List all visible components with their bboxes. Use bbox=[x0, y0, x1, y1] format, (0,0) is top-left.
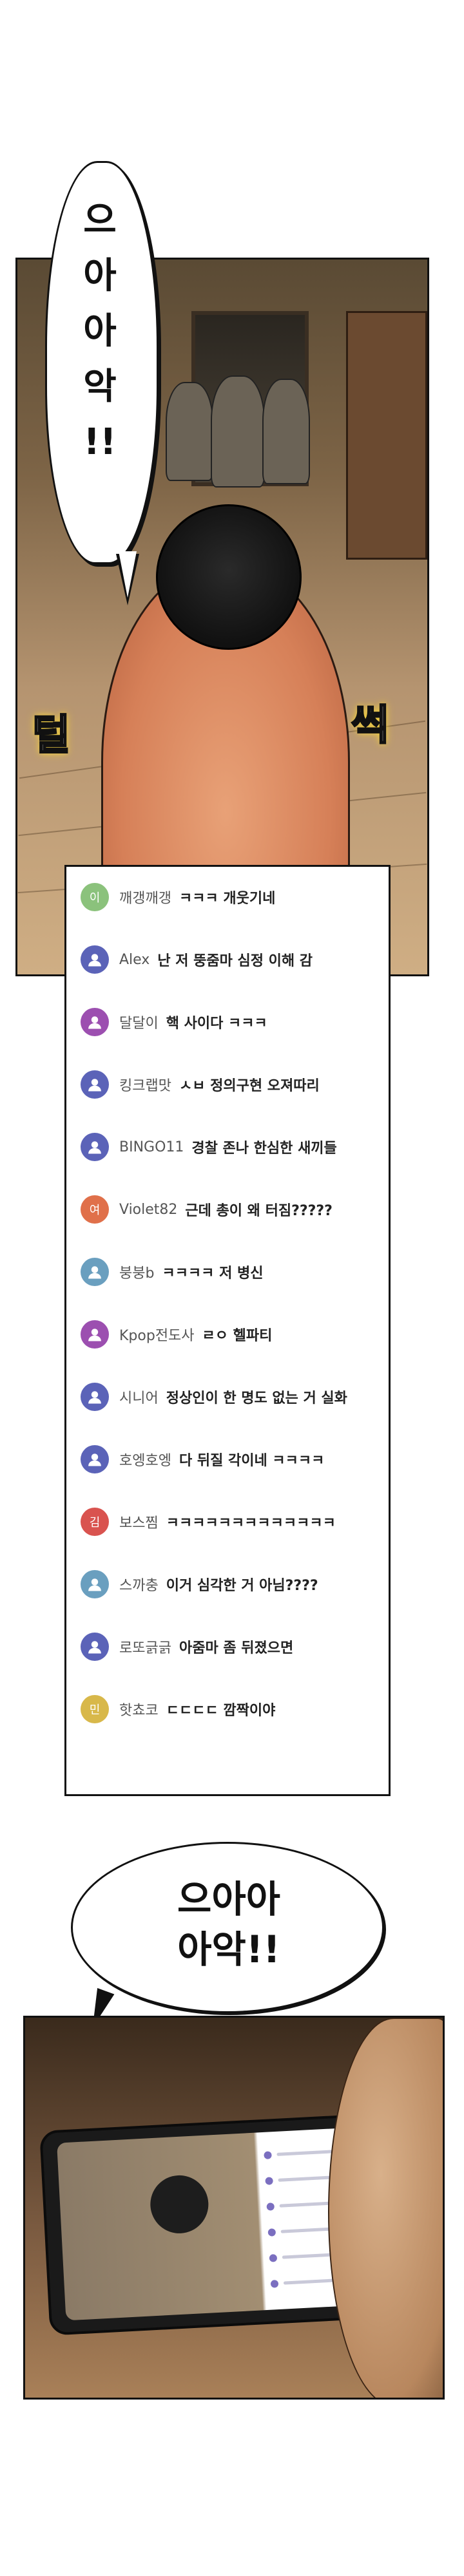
comment-row: Kpop전도사 ㄹㅇ 헬파티 bbox=[66, 1312, 389, 1357]
comment-text: ㅅㅂ 정의구현 오져따리 bbox=[179, 1078, 320, 1094]
man-figure bbox=[211, 375, 265, 488]
avatar bbox=[81, 1570, 109, 1598]
person-icon bbox=[88, 1079, 101, 1092]
comment-nickname: 시니어 bbox=[119, 1390, 159, 1406]
speech-bubble-tail bbox=[119, 551, 137, 598]
person-icon bbox=[88, 1141, 101, 1154]
person-icon bbox=[88, 1266, 101, 1279]
bubble-line: 아 bbox=[83, 255, 117, 297]
mini-avatar bbox=[266, 2202, 275, 2211]
person-icon bbox=[88, 1329, 101, 1341]
comment-nickname: Alex bbox=[119, 951, 150, 968]
woman-hair-mini bbox=[149, 2174, 210, 2235]
comment-nickname: 핫쵸코 bbox=[119, 1703, 159, 1719]
avatar bbox=[81, 1633, 109, 1661]
bubble-line: 아악!! bbox=[177, 1927, 280, 1971]
person-icon bbox=[88, 1016, 101, 1029]
comment-row: 김 보스찜 ㅋㅋㅋㅋㅋㅋㅋㅋㅋㅋㅋㅋㅋ bbox=[66, 1499, 389, 1544]
avatar: 김 bbox=[81, 1508, 109, 1536]
comment-nickname: 깨갱깨갱 bbox=[119, 891, 171, 907]
avatar: 여 bbox=[81, 1195, 109, 1224]
man-figure bbox=[166, 382, 213, 481]
comment-row: 달달이 핵 사이다 ㅋㅋㅋ bbox=[66, 999, 389, 1045]
comment-row: 로또긁긁 아줌마 좀 뒤졌으면 bbox=[66, 1624, 389, 1669]
avatar bbox=[81, 945, 109, 974]
comment-text: 핵 사이다 ㅋㅋㅋ bbox=[166, 1016, 267, 1032]
avatar: 민 bbox=[81, 1695, 109, 1723]
comment-text: ㅋㅋㅋㅋ 저 병신 bbox=[162, 1265, 264, 1282]
mini-avatar bbox=[269, 2254, 278, 2262]
bubble-line: 악 bbox=[83, 366, 117, 408]
comment-list: 이 깨갱깨갱 ㅋㅋㅋ 개웃기네 Alex 난 저 뚱줌마 심정 이해 감달달이 핵 사이다… bbox=[64, 865, 391, 1796]
comment-text: ㅋㅋㅋ 개웃기네 bbox=[179, 891, 276, 907]
comment-nickname: BINGO11 bbox=[119, 1139, 184, 1155]
avatar bbox=[81, 1320, 109, 1349]
avatar bbox=[81, 1070, 109, 1099]
avatar: 이 bbox=[81, 883, 109, 911]
comment-text: 다 뒤질 각이네 ㅋㅋㅋㅋ bbox=[179, 1453, 325, 1469]
avatar bbox=[81, 1445, 109, 1473]
comment-nickname: 달달이 bbox=[119, 1016, 159, 1032]
comment-row: 스까충 이거 심각한 거 아님???? bbox=[66, 1562, 389, 1607]
comment-text: 난 저 뚱줌마 심정 이해 감 bbox=[157, 953, 313, 969]
comment-text: 아줌마 좀 뒤졌으면 bbox=[179, 1640, 294, 1656]
comment-text: ㄷㄷㄷㄷ 깜짝이야 bbox=[166, 1703, 276, 1719]
comment-nickname: 붕붕b bbox=[119, 1265, 155, 1282]
comic-panel-phone bbox=[23, 2016, 445, 2400]
comment-row: 이 깨갱깨갱 ㅋㅋㅋ 개웃기네 bbox=[66, 875, 389, 920]
woman-hair bbox=[156, 504, 302, 650]
man-figure bbox=[262, 379, 310, 484]
comment-row: BINGO11 경찰 존나 한심한 새끼들 bbox=[66, 1124, 389, 1170]
bubble-line: 으아아 bbox=[177, 1877, 281, 1921]
mini-avatar bbox=[270, 2280, 279, 2288]
person-icon bbox=[88, 1391, 101, 1404]
mini-avatar bbox=[265, 2177, 273, 2185]
comment-text: ㅋㅋㅋㅋㅋㅋㅋㅋㅋㅋㅋㅋㅋ bbox=[166, 1515, 336, 1531]
comment-text: 이거 심각한 거 아님???? bbox=[166, 1578, 318, 1594]
comment-nickname: 로또긁긁 bbox=[119, 1640, 171, 1656]
mini-avatar bbox=[264, 2151, 272, 2159]
mini-avatar bbox=[267, 2228, 276, 2237]
comment-row: 호엥호엥 다 뒤질 각이네 ㅋㅋㅋㅋ bbox=[66, 1437, 389, 1482]
avatar bbox=[81, 1133, 109, 1161]
comment-nickname: Violet82 bbox=[119, 1201, 178, 1218]
speech-bubble-text: 으 아 아 악 !! bbox=[45, 193, 155, 470]
person-icon bbox=[88, 1454, 101, 1466]
comment-nickname: 호엥호엥 bbox=[119, 1453, 171, 1469]
sfx-left: 털 bbox=[32, 711, 72, 761]
comment-nickname: Kpop전도사 bbox=[119, 1328, 195, 1344]
person-icon bbox=[88, 954, 101, 967]
sfx-right: 썩 bbox=[351, 701, 391, 751]
hand bbox=[328, 2018, 443, 2398]
bubble-line: 으 bbox=[83, 200, 117, 242]
bubble-line: 아 bbox=[83, 310, 117, 352]
person-icon bbox=[88, 1578, 101, 1591]
comment-row: 킹크랩맛 ㅅㅂ 정의구현 오져따리 bbox=[66, 1062, 389, 1107]
avatar bbox=[81, 1258, 109, 1286]
comment-text: 정상인이 한 명도 없는 거 실화 bbox=[166, 1390, 347, 1406]
avatar bbox=[81, 1008, 109, 1036]
person-icon bbox=[88, 1641, 101, 1654]
comment-row: 시니어 정상인이 한 명도 없는 거 실화 bbox=[66, 1374, 389, 1419]
comment-row: 여 Violet82 근데 총이 왜 터짐????? bbox=[66, 1187, 389, 1232]
comment-text: 근데 총이 왜 터짐????? bbox=[185, 1203, 333, 1219]
comment-row: 민 핫쵸코 ㄷㄷㄷㄷ 깜짝이야 bbox=[66, 1687, 389, 1732]
avatar bbox=[81, 1383, 109, 1411]
wardrobe bbox=[346, 311, 427, 560]
comment-nickname: 킹크랩맛 bbox=[119, 1078, 171, 1094]
bubble-line: !! bbox=[83, 421, 117, 463]
comment-nickname: 보스찜 bbox=[119, 1515, 159, 1531]
speech-bubble-text: 으아아 아악!! bbox=[90, 1874, 367, 1975]
comment-row: 붕붕b ㅋㅋㅋㅋ 저 병신 bbox=[66, 1249, 389, 1294]
comment-text: ㄹㅇ 헬파티 bbox=[202, 1328, 273, 1344]
comment-text: 경찰 존나 한심한 새끼들 bbox=[191, 1141, 337, 1157]
comment-row: Alex 난 저 뚱줌마 심정 이해 감 bbox=[66, 937, 389, 982]
comment-nickname: 스까충 bbox=[119, 1578, 159, 1594]
